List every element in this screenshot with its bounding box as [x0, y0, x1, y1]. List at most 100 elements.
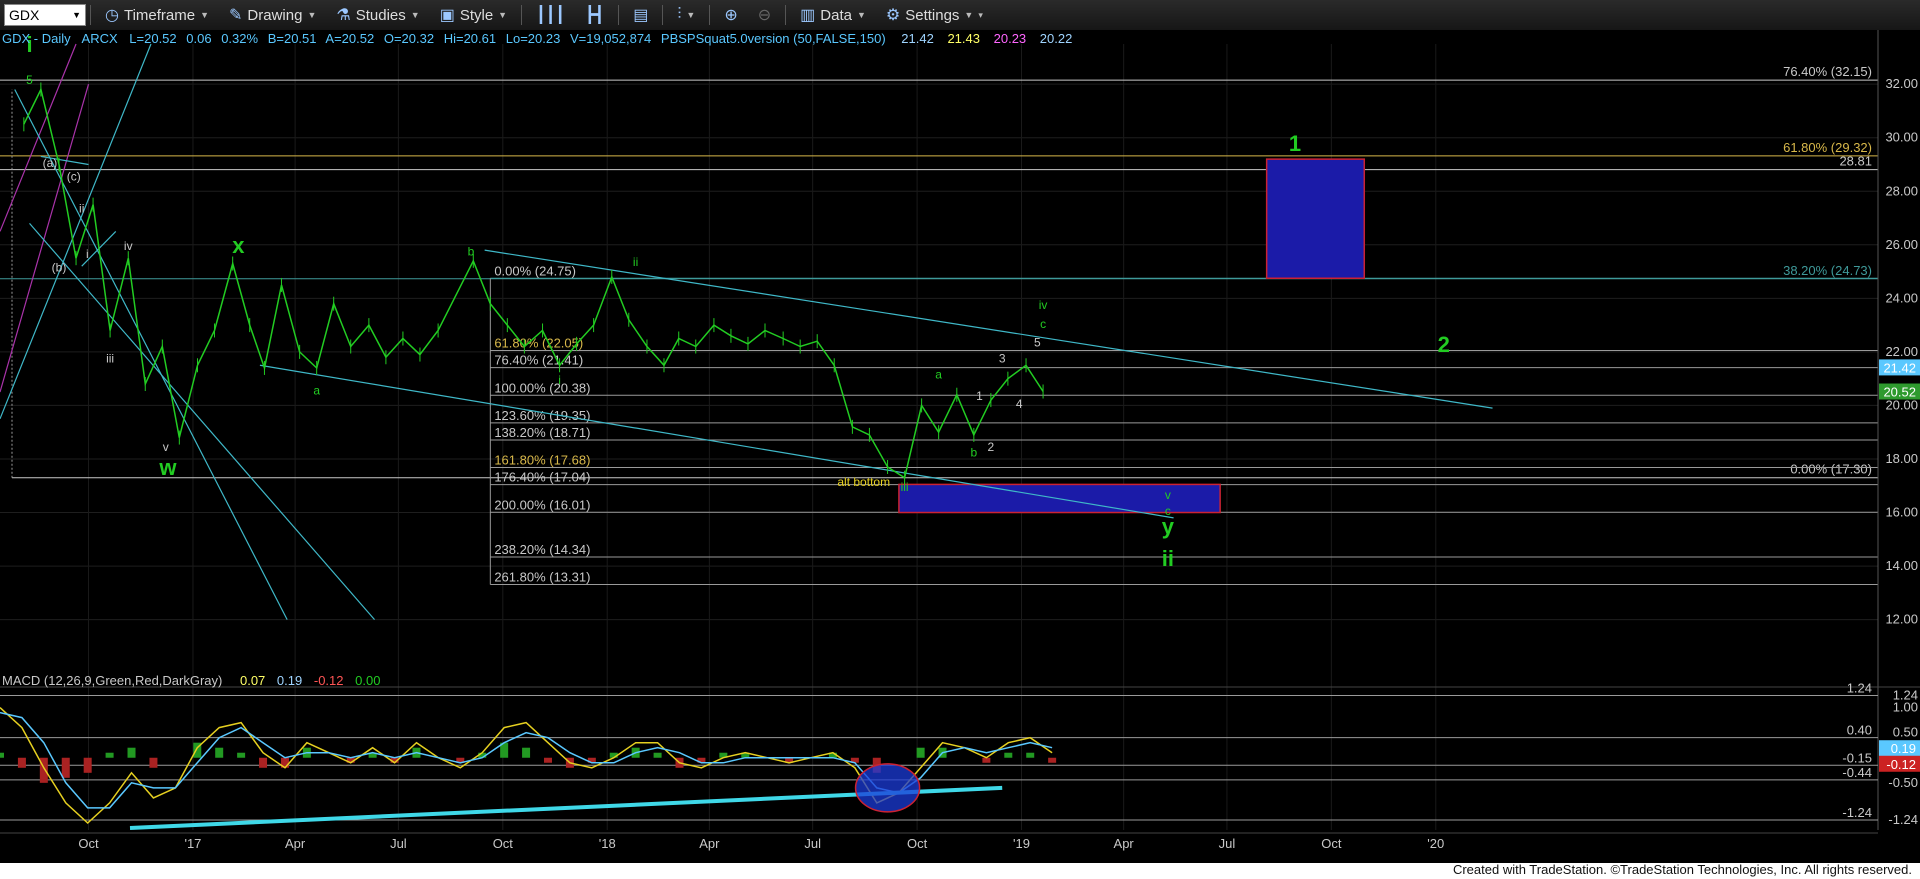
wave-label: ii — [79, 202, 84, 216]
chevron-down-icon: ▼ — [200, 10, 210, 20]
wave-label: 4 — [1016, 397, 1023, 411]
data-menu[interactable]: ▥ Data ▼ — [790, 0, 876, 30]
zoom-in-button[interactable]: ⊕ — [714, 0, 747, 30]
chevron-down-icon: ▼ — [307, 10, 317, 20]
wave-label: iv — [1039, 298, 1048, 312]
price-tick: 28.00 — [1885, 183, 1918, 198]
fib-label: 138.20% (18.71) — [494, 425, 590, 440]
time-tick: Jul — [390, 836, 407, 851]
study-value: 20.23 — [994, 31, 1027, 46]
macd-tick: -1.24 — [1888, 812, 1918, 827]
symbol-selector[interactable]: GDX ▼ — [4, 4, 86, 26]
time-tick: Oct — [78, 836, 99, 851]
wave-label: x — [232, 233, 245, 258]
time-tick: Jul — [804, 836, 821, 851]
macd-level-label: -1.24 — [1842, 805, 1872, 820]
macd-histogram-bar — [543, 757, 552, 763]
time-tick: Jul — [1219, 836, 1236, 851]
layout-icon: ▤ — [633, 7, 649, 24]
bar-style-button[interactable]: ┃┃┃ — [526, 0, 575, 30]
price-tick: 24.00 — [1885, 290, 1918, 305]
macd-level-label: -0.44 — [1842, 765, 1872, 780]
wave-label: (c) — [67, 170, 81, 184]
settings-menu[interactable]: ⚙ Settings ▼ ▾ — [876, 0, 993, 30]
fib-label: 238.20% (14.34) — [494, 542, 590, 557]
chevron-down-icon: ▼ — [498, 10, 508, 20]
toolbar-divider — [709, 5, 711, 25]
wave-label: a — [935, 368, 942, 382]
macd-histogram-bar — [1048, 757, 1057, 763]
macd-highlight-ellipse — [854, 763, 921, 813]
study-value: 21.43 — [947, 31, 980, 46]
macd-histogram-bar — [237, 752, 246, 758]
price-tick: 30.00 — [1885, 130, 1918, 145]
chart-title: GDX - Daily — [2, 31, 71, 46]
wave-label: y — [1162, 514, 1175, 539]
price-marker-label: 21.42 — [1883, 360, 1916, 375]
time-tick: '18 — [599, 836, 616, 851]
wave-label: b — [468, 245, 475, 259]
pencil-icon: ✎ — [229, 7, 243, 24]
macd-value: -0.12 — [314, 673, 344, 688]
macd-histogram-bar — [105, 752, 114, 758]
fib-label: 123.60% (19.35) — [494, 408, 590, 423]
style-menu[interactable]: ▣ Style ▼ — [430, 0, 517, 30]
zoom-out-icon: ⊖ — [757, 7, 772, 24]
macd-histogram-bar — [17, 757, 26, 768]
wave-label: 3 — [999, 352, 1006, 366]
chevron-down-icon: ▼ — [964, 10, 974, 20]
data-icon: ▥ — [800, 7, 816, 24]
wave-label: alt bottom — [837, 475, 890, 489]
macd-marker-label: 0.19 — [1891, 741, 1916, 756]
symbol-value: GDX — [9, 7, 40, 23]
wave-label: 2 — [1438, 332, 1450, 357]
macd-marker-label: -0.12 — [1886, 757, 1916, 772]
timeframe-menu[interactable]: ◷ Timeframe ▼ — [95, 0, 219, 30]
wave-label: v — [1165, 488, 1171, 502]
toolbar-divider — [785, 5, 787, 25]
style-icon: ▣ — [439, 7, 455, 24]
timeframe-label: Timeframe — [123, 6, 196, 24]
clock-icon: ◷ — [105, 7, 119, 24]
chevron-down-icon: ▼ — [856, 10, 866, 20]
time-tick: Apr — [699, 836, 720, 851]
gear-icon: ⚙ — [885, 7, 901, 24]
wave-label: (a) — [43, 156, 58, 170]
header-line: GDX - Daily ARCX L=20.52 0.06 0.32% B=20… — [2, 31, 1072, 46]
low-price: Lo=20.23 — [506, 31, 561, 46]
style-label: Style — [459, 6, 494, 24]
toolbar-divider — [618, 5, 620, 25]
copyright-footer: Created with TradeStation. ©TradeStation… — [1452, 862, 1912, 877]
macd-histogram-bar — [83, 757, 92, 773]
macd-histogram-bar — [653, 752, 662, 758]
bid-price: B=20.51 — [268, 31, 317, 46]
time-tick: Oct — [493, 836, 514, 851]
macd-tick: 1.00 — [1893, 700, 1918, 715]
zoom-out-button[interactable]: ⊖ — [748, 0, 781, 30]
wave-label: a — [313, 384, 320, 398]
drawing-menu[interactable]: ✎ Drawing ▼ — [219, 0, 326, 30]
indicator-button[interactable]: ⫶ ▼ — [667, 0, 705, 30]
macd-histogram-bar — [61, 757, 70, 778]
studies-menu[interactable]: ⚗ Studies ▼ — [326, 0, 429, 30]
wave-label: 1 — [976, 389, 983, 403]
wave-label: v — [163, 440, 169, 454]
drawing-label: Drawing — [247, 6, 303, 24]
fib-label: 200.00% (16.01) — [494, 497, 590, 512]
macd-level-label: 1.24 — [1847, 681, 1872, 696]
wave-label: iii — [901, 480, 909, 494]
macd-header: MACD (12,26,9,Green,Red,DarkGray) 0.07 0… — [2, 673, 380, 688]
macd-histogram-bar — [149, 757, 158, 768]
level-label: 0.00% (17.30) — [1790, 462, 1872, 477]
price-tick: 14.00 — [1885, 558, 1918, 573]
wave-label: 5 — [26, 73, 33, 87]
macd-histogram-bar — [0, 752, 4, 758]
price-tick: 32.00 — [1885, 76, 1918, 91]
study-value: 21.42 — [901, 31, 934, 46]
candle-style-button[interactable]: ┣┫ — [575, 0, 614, 30]
price-chart[interactable]: 76.40% (32.15)61.80% (29.32)28.8138.20% … — [0, 30, 1920, 863]
chevron-down-icon: ▼ — [72, 10, 81, 20]
layout-button[interactable]: ▤ — [623, 0, 658, 30]
level-label: 28.81 — [1839, 154, 1872, 169]
net-change: 0.06 — [186, 31, 211, 46]
